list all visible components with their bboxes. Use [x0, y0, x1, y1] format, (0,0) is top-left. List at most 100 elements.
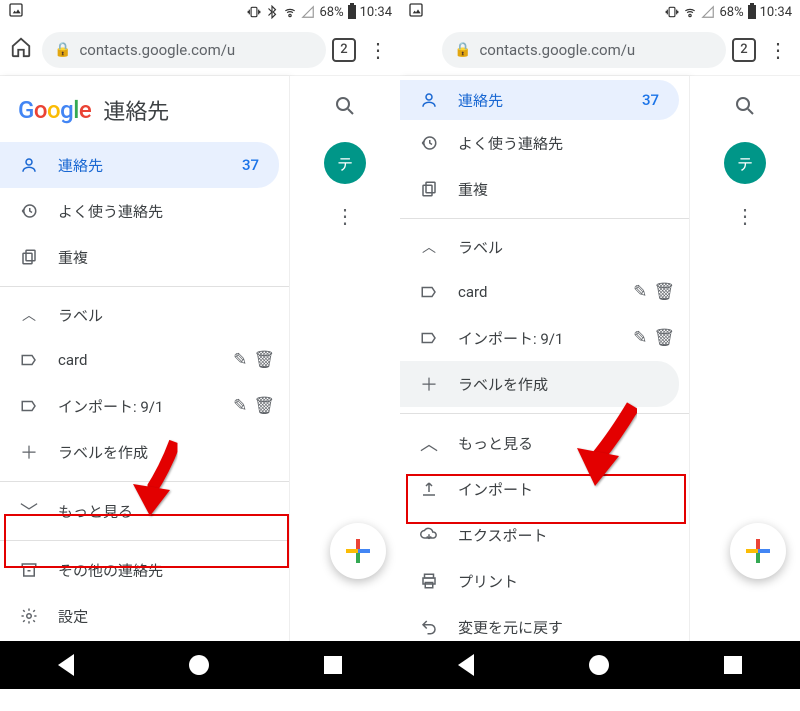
overflow-icon[interactable]: ⋮ [735, 204, 755, 228]
plus-icon: ＋ [418, 371, 440, 397]
sidebar-item-import[interactable]: インポート [400, 466, 689, 512]
bluetooth-icon [265, 5, 279, 19]
vibrate-icon [247, 5, 261, 19]
search-icon[interactable] [733, 94, 757, 124]
browser-menu-icon[interactable]: ⋮ [762, 38, 794, 62]
edit-icon[interactable]: ✎ [633, 328, 647, 348]
chevron-up-icon: ︿ [418, 430, 440, 456]
duplicate-icon [418, 180, 440, 198]
url-bar[interactable]: 🔒 contacts.google.com/u [42, 32, 326, 68]
clock: 10:34 [360, 5, 392, 20]
signal-icon [701, 5, 715, 19]
back-button[interactable] [458, 654, 474, 676]
chevron-down-icon: ﹀ [18, 498, 40, 524]
sidebar-item-export[interactable]: エクスポート [400, 512, 689, 558]
label-icon [18, 397, 40, 415]
battery-percent: 68% [319, 5, 343, 20]
status-bar: 68% 10:34 [400, 0, 800, 24]
more-toggle-expanded[interactable]: ︿ もっと見る [400, 420, 689, 466]
fab-add[interactable] [730, 523, 786, 579]
label-item-card[interactable]: card ✎🗑 [0, 337, 289, 383]
fab-add[interactable] [330, 523, 386, 579]
label-item-import[interactable]: インポート: 9/1 ✎🗑 [0, 383, 289, 429]
tab-switcher[interactable]: 2 [332, 38, 356, 62]
chevron-up-icon: ︿ [418, 237, 440, 257]
labels-header[interactable]: ︿ ラベル [400, 225, 689, 269]
status-bar: 68% 10:34 [0, 0, 400, 24]
delete-icon[interactable]: 🗑 [653, 328, 675, 348]
signal-icon [301, 5, 315, 19]
create-label[interactable]: ＋ ラベルを作成 [400, 361, 679, 407]
sidebar-drawer: Google 連絡先 連絡先 37 よく使う連絡先 [0, 76, 290, 641]
sidebar-item-frequent[interactable]: よく使う連絡先 [0, 188, 289, 234]
vibrate-icon [665, 5, 679, 19]
archive-icon [18, 561, 40, 579]
browser-menu-icon[interactable]: ⋮ [362, 38, 394, 62]
label-icon [418, 329, 440, 347]
person-icon [418, 91, 440, 109]
chevron-up-icon: ︿ [18, 305, 40, 325]
person-icon [18, 156, 40, 174]
labels-header[interactable]: ︿ ラベル [0, 293, 289, 337]
recents-button[interactable] [724, 656, 742, 674]
label-icon [418, 283, 440, 301]
sidebar-item-other-contacts[interactable]: その他の連絡先 [0, 547, 289, 593]
duplicate-icon [18, 248, 40, 266]
plus-icon: ＋ [18, 439, 40, 465]
label-item-import[interactable]: インポート: 9/1 ✎🗑 [400, 315, 689, 361]
app-title: 連絡先 [103, 94, 169, 126]
wifi-icon [683, 5, 697, 19]
edit-icon[interactable]: ✎ [633, 282, 647, 302]
avatar[interactable]: テ [724, 142, 766, 184]
sidebar-item-frequent[interactable]: よく使う連絡先 [400, 120, 689, 166]
url-text: contacts.google.com/u [79, 41, 235, 59]
battery-icon [348, 5, 356, 19]
history-icon [18, 202, 40, 220]
label-icon [18, 351, 40, 369]
sidebar-item-duplicates[interactable]: 重複 [400, 166, 689, 212]
back-button[interactable] [58, 654, 74, 676]
sidebar-item-print[interactable]: プリント [400, 558, 689, 604]
battery-icon [748, 5, 756, 19]
sidebar-item-contacts[interactable]: 連絡先 37 [0, 142, 279, 188]
browser-bar: 🔒 contacts.google.com/u 2 ⋮ [0, 24, 400, 76]
sidebar-item-undo[interactable]: 変更を元に戻す [400, 604, 689, 650]
android-navbar [0, 641, 400, 689]
app-logo: Google 連絡先 [0, 86, 289, 142]
more-toggle[interactable]: ﹀ もっと見る [0, 488, 289, 534]
notification-icon [408, 2, 424, 22]
delete-icon[interactable]: 🗑 [653, 282, 675, 302]
print-icon [418, 572, 440, 590]
create-label[interactable]: ＋ ラベルを作成 [0, 429, 289, 475]
undo-icon [418, 618, 440, 636]
recents-button[interactable] [324, 656, 342, 674]
edit-icon[interactable]: ✎ [233, 350, 247, 370]
delete-icon[interactable]: 🗑 [253, 396, 275, 416]
home-button[interactable] [189, 655, 209, 675]
browser-bar: ⌂ 🔒 contacts.google.com/u 2 ⋮ [400, 24, 800, 76]
sidebar-item-duplicates[interactable]: 重複 [0, 234, 289, 280]
lock-icon: 🔒 [54, 42, 71, 58]
search-icon[interactable] [333, 94, 357, 124]
cloud-download-icon [418, 526, 440, 544]
home-button[interactable] [589, 655, 609, 675]
wifi-icon [283, 5, 297, 19]
label-item-card[interactable]: card ✎🗑 [400, 269, 689, 315]
overflow-icon[interactable]: ⋮ [335, 204, 355, 228]
home-icon[interactable] [6, 36, 36, 63]
lock-icon: 🔒 [454, 42, 471, 58]
url-bar[interactable]: 🔒 contacts.google.com/u [442, 32, 726, 68]
gear-icon [18, 607, 40, 625]
sidebar-item-contacts[interactable]: 連絡先 37 [400, 80, 679, 120]
delete-icon[interactable]: 🗑 [253, 350, 275, 370]
tab-switcher[interactable]: 2 [732, 38, 756, 62]
avatar[interactable]: テ [324, 142, 366, 184]
edit-icon[interactable]: ✎ [233, 396, 247, 416]
clock: 10:34 [760, 5, 792, 20]
upload-icon [418, 480, 440, 498]
sidebar-item-settings[interactable]: 設定 [0, 593, 289, 639]
phone-left: 68% 10:34 🔒 contacts.google.com/u 2 ⋮ Go… [0, 0, 400, 711]
notification-icon [8, 2, 24, 22]
battery-percent: 68% [719, 5, 743, 20]
sidebar-drawer: 連絡先 37 よく使う連絡先 重複 [400, 76, 690, 641]
